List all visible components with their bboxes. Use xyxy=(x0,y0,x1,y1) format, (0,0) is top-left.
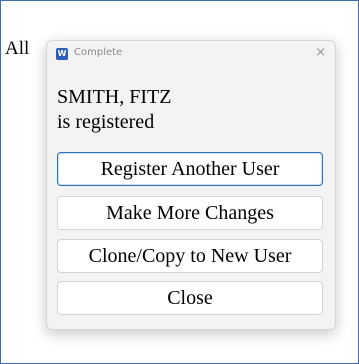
dialog-message: SMITH, FITZ is registered xyxy=(57,85,171,135)
registered-user-name: SMITH, FITZ xyxy=(57,86,172,108)
close-button[interactable]: Close xyxy=(57,281,323,315)
complete-dialog: W Complete × SMITH, FITZ is registered R… xyxy=(46,40,336,330)
background-partial-text: All xyxy=(5,38,30,59)
app-icon: W xyxy=(56,48,68,60)
dialog-title: Complete xyxy=(74,47,123,58)
close-icon[interactable]: × xyxy=(315,45,326,60)
registered-status-text: is registered xyxy=(57,111,155,133)
register-another-user-button[interactable]: Register Another User xyxy=(57,152,323,186)
dialog-title-bar[interactable]: W Complete × xyxy=(47,41,335,67)
clone-copy-to-new-user-button[interactable]: Clone/Copy to New User xyxy=(57,239,323,273)
make-more-changes-button[interactable]: Make More Changes xyxy=(57,196,323,230)
